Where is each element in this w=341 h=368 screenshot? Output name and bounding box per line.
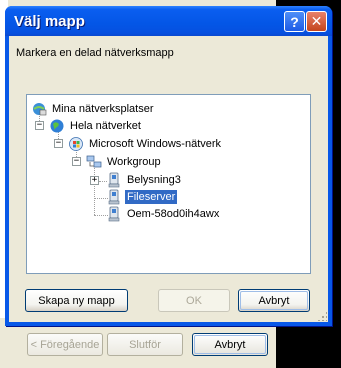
collapse-toggle[interactable]: − [54,139,63,148]
windows-network-icon [68,136,84,152]
resize-grip[interactable] [317,311,327,321]
collapse-toggle[interactable]: − [35,121,44,130]
help-icon: ? [290,13,299,30]
computer-icon [106,189,122,205]
close-icon: ✕ [310,13,323,29]
tree-item-oem[interactable]: Oem-58od0ih4awx [106,206,221,222]
finish-button: Slutför [107,333,183,356]
new-folder-button[interactable]: Skapa ny mapp [25,289,128,312]
dialog-titlebar[interactable]: Välj mapp ? ✕ [5,6,332,36]
tree-item-belysning3[interactable]: Belysning3 [106,172,183,188]
dialog-client-area: Markera en delad nätverksmapp Mina nätve… [9,36,328,322]
tree-item-label: Mina nätverksplatser [52,103,154,115]
tree-item-label: Workgroup [107,156,161,168]
entire-network-icon [49,118,65,134]
back-button: < Föregående [27,333,103,356]
collapse-toggle[interactable]: − [72,157,81,166]
tree-item-label: Oem-58od0ih4awx [127,208,220,220]
expand-toggle[interactable]: + [90,176,99,185]
computer-icon [106,206,122,222]
workgroup-icon [86,154,102,170]
tree-item-label: Hela nätverket [70,120,141,132]
select-folder-dialog: Välj mapp ? ✕ Markera en delad nätverksm… [5,6,332,326]
tree-item-network-places[interactable]: Mina nätverksplatser [31,101,156,117]
tree-item-windows-network[interactable]: Microsoft Windows-nätverk [68,136,223,152]
tree-item-label: Microsoft Windows-nätverk [89,138,222,150]
tree-item-workgroup[interactable]: Workgroup [86,154,163,170]
cancel-button[interactable]: Avbryt [238,289,310,312]
tree-item-label: Fileserver [125,190,178,204]
computer-icon [106,172,122,188]
help-button[interactable]: ? [284,11,305,32]
tree-item-label: Belysning3 [127,174,181,186]
ok-button[interactable]: OK [158,289,230,312]
tree-line [94,163,95,215]
wizard-cancel-button[interactable]: Avbryt [192,333,268,356]
dialog-title: Välj mapp [14,13,85,30]
instruction-text: Markera en delad nätverksmapp [16,47,174,59]
network-places-icon [31,101,47,117]
tree-item-fileserver[interactable]: Fileserver [106,189,178,205]
close-button[interactable]: ✕ [306,11,327,32]
folder-tree-view[interactable]: Mina nätverksplatser − Hela nätverket − [26,94,311,274]
tree-item-entire-network[interactable]: Hela nätverket [49,118,143,134]
